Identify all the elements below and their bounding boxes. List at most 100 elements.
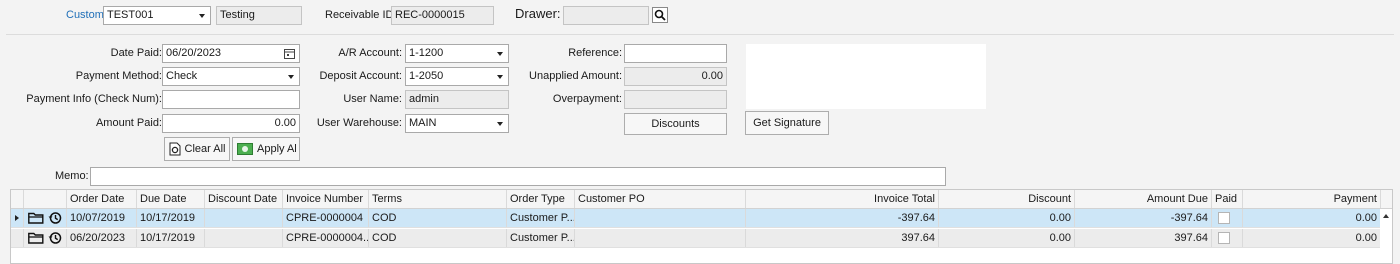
user-name-field: admin <box>405 90 509 109</box>
deposit-account-label: Deposit Account: <box>319 70 402 82</box>
cell-invoice-total: 397.64 <box>746 229 939 247</box>
clear-all-button[interactable]: Clear All <box>164 137 230 161</box>
discounts-button[interactable]: Discounts <box>624 113 727 135</box>
col-amount-due[interactable]: Amount Due <box>1075 190 1212 208</box>
payment-info-input[interactable] <box>162 90 300 109</box>
customer-name-field: Testing <box>216 6 302 25</box>
col-discount-date[interactable]: Discount Date <box>205 190 283 208</box>
current-row-arrow-icon <box>15 215 19 221</box>
cell-order-type: Customer P... <box>507 229 575 247</box>
cell-amount-due: -397.64 <box>1075 209 1212 227</box>
cell-due-date: 10/17/2019 <box>137 229 205 247</box>
cell-due-date: 10/17/2019 <box>137 209 205 227</box>
cell-amount-due: 397.64 <box>1075 229 1212 247</box>
cell-terms: COD <box>369 209 507 227</box>
cell-paid <box>1212 209 1243 227</box>
apply-all-button[interactable]: Apply Al <box>232 137 300 161</box>
user-warehouse-select[interactable]: MAIN <box>405 114 509 133</box>
col-order-type[interactable]: Order Type <box>507 190 575 208</box>
clear-icon <box>169 142 181 156</box>
user-warehouse-label: User Warehouse: <box>316 117 402 129</box>
deposit-account-value: 1-2050 <box>409 70 444 82</box>
cell-payment[interactable]: 0.00 <box>1243 229 1381 247</box>
cell-customer-po <box>575 209 746 227</box>
table-row[interactable]: 06/20/2023 10/17/2019 CPRE-0000004... CO… <box>11 229 1381 248</box>
col-paid[interactable]: Paid <box>1212 190 1243 208</box>
user-warehouse-value: MAIN <box>409 117 437 129</box>
amount-paid-input[interactable]: 0.00 <box>162 114 300 133</box>
history-icon[interactable] <box>48 231 62 245</box>
receivable-id-field: REC-0000015 <box>391 6 494 25</box>
cell-order-date: 10/07/2019 <box>67 209 137 227</box>
row-indicator <box>11 209 24 227</box>
payment-info-label: Payment Info (Check Num): <box>26 93 162 105</box>
cell-discount[interactable]: 0.00 <box>939 229 1075 247</box>
signature-pad[interactable] <box>746 44 986 109</box>
unapplied-amount-field: 0.00 <box>624 67 727 86</box>
row-actions <box>24 209 67 227</box>
col-invoice-total[interactable]: Invoice Total <box>746 190 939 208</box>
receivable-id-label: Receivable ID: <box>325 9 397 21</box>
col-discount[interactable]: Discount <box>939 190 1075 208</box>
cell-invoice-number: CPRE-0000004... <box>283 229 369 247</box>
col-terms[interactable]: Terms <box>369 190 507 208</box>
invoice-grid: Order Date Due Date Discount Date Invoic… <box>10 189 1393 264</box>
ar-account-label: A/R Account: <box>338 47 402 59</box>
row-indicator-header <box>11 190 24 208</box>
cell-discount-date <box>205 229 283 247</box>
paid-checkbox[interactable] <box>1218 232 1230 244</box>
header-divider <box>6 34 1394 35</box>
date-paid-label: Date Paid: <box>110 47 162 59</box>
user-name-label: User Name: <box>343 93 402 105</box>
cell-order-date: 06/20/2023 <box>67 229 137 247</box>
cell-paid <box>1212 229 1243 247</box>
search-icon <box>653 8 667 22</box>
unapplied-amount-label: Unapplied Amount: <box>529 70 622 82</box>
clear-all-label: Clear All <box>184 143 226 155</box>
folder-icon[interactable] <box>28 212 44 224</box>
cell-invoice-total: -397.64 <box>746 209 939 227</box>
folder-icon[interactable] <box>28 232 44 244</box>
deposit-account-select[interactable]: 1-2050 <box>405 67 509 86</box>
apply-icon <box>237 143 253 156</box>
cell-payment[interactable]: 0.00 <box>1243 209 1381 227</box>
drawer-lookup-button[interactable] <box>652 7 668 23</box>
row-indicator <box>11 229 24 247</box>
grid-vertical-scrollbar[interactable] <box>1380 209 1392 263</box>
reference-input[interactable] <box>624 44 727 63</box>
row-actions <box>24 229 67 247</box>
scroll-up-icon[interactable] <box>1383 214 1389 218</box>
payment-method-label: Payment Method: <box>75 70 162 82</box>
memo-label: Memo: <box>55 170 89 182</box>
cell-discount[interactable]: 0.00 <box>939 209 1075 227</box>
col-order-date[interactable]: Order Date <box>67 190 137 208</box>
drawer-field[interactable] <box>563 6 649 25</box>
payment-method-value: Check <box>166 70 198 82</box>
row-actions-header <box>24 190 67 208</box>
apply-all-label: Apply Al <box>257 143 297 155</box>
col-customer-po[interactable]: Customer PO <box>575 190 746 208</box>
memo-input[interactable] <box>90 167 946 186</box>
ar-account-select[interactable]: 1-1200 <box>405 44 509 63</box>
amount-paid-label: Amount Paid: <box>95 117 162 129</box>
overpayment-field <box>624 90 727 109</box>
table-row[interactable]: 10/07/2019 10/17/2019 CPRE-0000004 COD C… <box>11 209 1381 228</box>
paid-checkbox[interactable] <box>1218 212 1230 224</box>
cell-invoice-number: CPRE-0000004 <box>283 209 369 227</box>
payment-method-select[interactable]: Check <box>162 67 300 86</box>
grid-header: Order Date Due Date Discount Date Invoic… <box>11 190 1392 209</box>
col-invoice-number[interactable]: Invoice Number <box>283 190 369 208</box>
customer-select-value: TEST001 <box>107 9 154 21</box>
drawer-label: Drawer: <box>515 6 561 21</box>
col-due-date[interactable]: Due Date <box>137 190 205 208</box>
col-payment[interactable]: Payment <box>1243 190 1381 208</box>
date-paid-field[interactable]: 06/20/2023 <box>162 44 300 63</box>
history-icon[interactable] <box>48 211 62 225</box>
overpayment-label: Overpayment: <box>552 93 622 105</box>
calendar-icon[interactable] <box>284 48 295 59</box>
get-signature-button[interactable]: Get Signature <box>745 111 829 135</box>
cell-order-type: Customer P... <box>507 209 575 227</box>
reference-label: Reference: <box>568 47 622 59</box>
customer-select[interactable]: TEST001 <box>103 6 211 25</box>
ar-account-value: 1-1200 <box>409 47 444 59</box>
